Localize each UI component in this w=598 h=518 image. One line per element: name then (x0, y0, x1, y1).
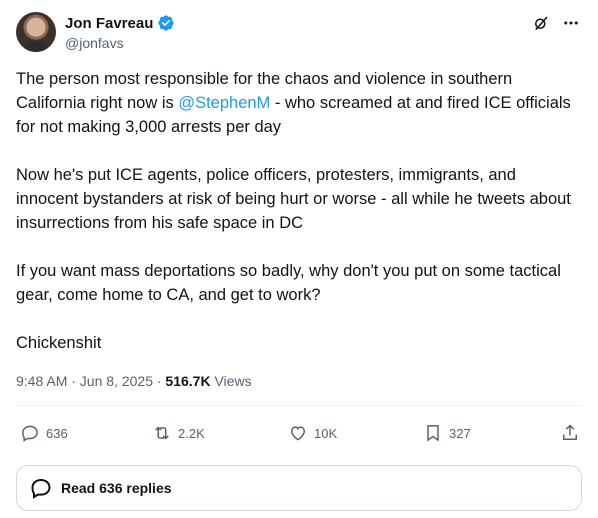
share-icon (563, 424, 577, 440)
mention-link[interactable]: @StephenM (178, 94, 270, 112)
tweet-paragraph: Now he's put ICE agents, police officers… (16, 166, 571, 232)
reply-button[interactable]: 636 (20, 423, 68, 443)
top-actions (532, 14, 580, 32)
repost-count: 2.2K (178, 425, 205, 441)
bookmark-count: 327 (449, 425, 471, 441)
like-icon (290, 426, 306, 441)
author-name-row: Jon Favreau (65, 14, 175, 32)
repost-icon (155, 426, 169, 440)
divider (16, 405, 582, 406)
tweet-paragraph: Chickenshit (16, 334, 102, 352)
timestamp[interactable]: 9:48 AM · Jun 8, 2025 · (16, 373, 165, 389)
tweet-text: The person most responsible for the chao… (16, 67, 581, 379)
reply-icon (22, 425, 38, 442)
repost-button[interactable]: 2.2K (152, 423, 205, 443)
more-icon[interactable] (562, 14, 580, 32)
read-replies-label: Read 636 replies (61, 480, 172, 496)
action-bar: 636 2.2K 10K 327 (20, 423, 580, 445)
read-replies-button[interactable]: Read 636 replies (16, 465, 582, 511)
avatar[interactable] (16, 12, 56, 52)
reply-bubble-icon (31, 478, 51, 499)
author-handle[interactable]: @jonfavs (65, 35, 124, 51)
bookmark-button[interactable]: 327 (423, 423, 471, 443)
tweet-meta: 9:48 AM · Jun 8, 2025 · 516.7K Views (16, 373, 252, 389)
verified-badge-icon[interactable] (157, 14, 175, 32)
share-button[interactable] (560, 423, 580, 443)
bookmark-icon (427, 425, 439, 442)
tweet-paragraph: The person most responsible for the chao… (16, 70, 571, 136)
like-count: 10K (314, 425, 338, 441)
like-button[interactable]: 10K (288, 423, 337, 443)
author-name[interactable]: Jon Favreau (65, 15, 153, 32)
views-label: Views (210, 373, 252, 389)
tweet-paragraph: If you want mass deportations so badly, … (16, 262, 561, 304)
views-count: 516.7K (165, 373, 211, 389)
reply-count: 636 (46, 425, 68, 441)
grok-icon[interactable] (532, 14, 550, 32)
